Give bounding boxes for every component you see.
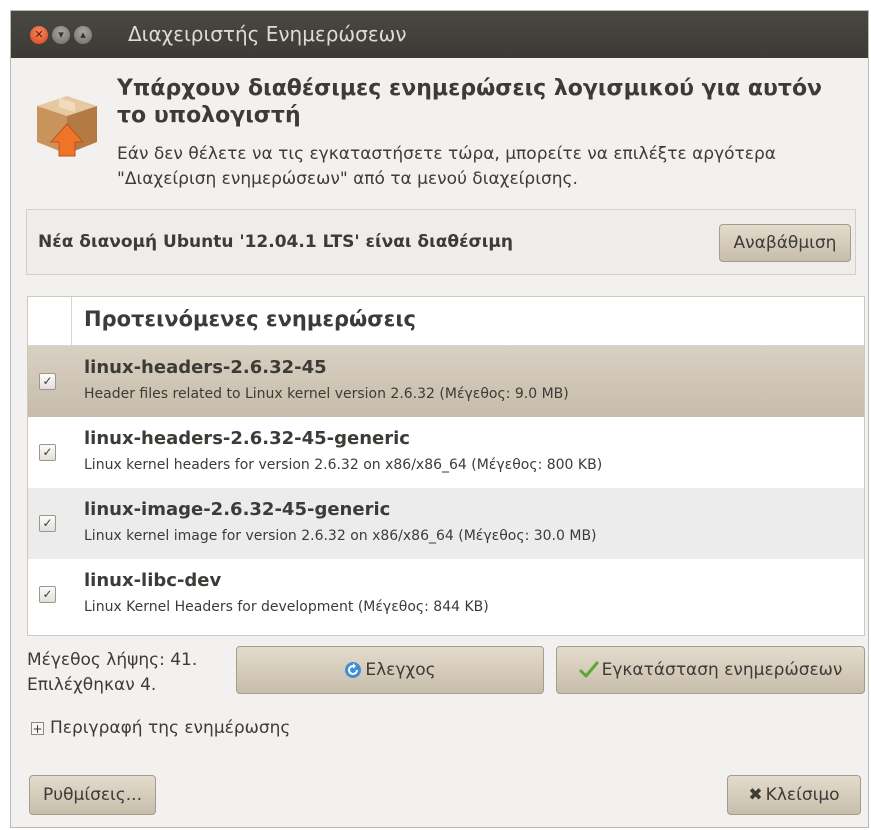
close-icon: ✕ <box>34 28 44 41</box>
install-updates-button[interactable]: Εγκατάσταση ενημερώσεων <box>556 646 865 694</box>
package-name: linux-headers-2.6.32-45 <box>84 357 327 378</box>
check-button-label: Ελεγχος <box>365 660 436 680</box>
update-row[interactable]: ✓ linux-libc-dev Linux Kernel Headers fo… <box>28 559 864 630</box>
install-button-label: Εγκατάσταση ενημερώσεων <box>601 660 843 680</box>
minimize-icon: ▾ <box>58 28 64 41</box>
title-bar: ✕ ▾ ▴ Διαχειριστής Ενημερώσεων <box>11 11 868 58</box>
update-checkbox[interactable]: ✓ <box>39 444 56 461</box>
download-info: Μέγεθος λήψης: 41. Επιλέχθηκαν 4. <box>27 648 197 698</box>
selected-count-text: Επιλέχθηκαν 4. <box>27 675 157 695</box>
update-row[interactable]: ✓ linux-headers-2.6.32-45 Header files r… <box>28 346 864 417</box>
update-description-expander[interactable]: + Περιγραφή της ενημέρωσης <box>31 718 290 738</box>
package-description: Linux kernel image for version 2.6.32 on… <box>84 528 597 544</box>
package-name: linux-headers-2.6.32-45-generic <box>84 428 410 449</box>
close-button[interactable]: ✖ Κλείσιμο <box>727 775 861 815</box>
close-button-label: Κλείσιμο <box>765 785 840 805</box>
window-maximize-button[interactable]: ▴ <box>74 26 92 44</box>
package-description: Linux kernel headers for version 2.6.32 … <box>84 457 603 473</box>
package-description: Linux Kernel Headers for development (Μέ… <box>84 599 489 615</box>
refresh-icon <box>345 662 362 678</box>
checkmark-icon: ✓ <box>42 445 53 459</box>
settings-button[interactable]: Ρυθμίσεις... <box>29 775 156 815</box>
check-button[interactable]: Ελεγχος <box>236 646 544 694</box>
package-upgrade-icon <box>37 96 97 157</box>
header-title: Υπάρχουν διαθέσιμες ενημερώσεις λογισμικ… <box>117 76 823 128</box>
window-minimize-button[interactable]: ▾ <box>52 26 70 44</box>
update-checkbox[interactable]: ✓ <box>39 586 56 603</box>
window-close-button[interactable]: ✕ <box>30 26 48 44</box>
header-subtitle: Εάν δεν θέλετε να τις εγκαταστήσετε τώρα… <box>117 144 776 189</box>
upgrade-button[interactable]: Αναβάθμιση <box>719 224 851 262</box>
update-manager-window: ✕ ▾ ▴ Διαχειριστής Ενημερώσεων Υπάρχουν … <box>10 10 869 828</box>
expand-plus-icon: + <box>31 721 44 736</box>
close-x-icon: ✖ <box>748 785 763 805</box>
updates-header-label: Προτεινόμενες ενημερώσεις <box>84 307 416 331</box>
package-name: linux-libc-dev <box>84 570 222 591</box>
checkmark-green-icon <box>579 661 599 678</box>
window-title: Διαχειριστής Ενημερώσεων <box>128 22 407 46</box>
distribution-message: Νέα διανομή Ubuntu '12.04.1 LTS' είναι δ… <box>38 232 514 252</box>
checkmark-icon: ✓ <box>42 516 53 530</box>
checkmark-icon: ✓ <box>42 374 53 388</box>
updates-list: Προτεινόμενες ενημερώσεις ✓ linux-header… <box>27 296 865 636</box>
package-name: linux-image-2.6.32-45-generic <box>84 499 391 520</box>
update-checkbox[interactable]: ✓ <box>39 515 56 532</box>
update-row[interactable]: ✓ linux-headers-2.6.32-45-generic Linux … <box>28 417 864 488</box>
download-size-text: Μέγεθος λήψης: 41. <box>27 650 198 670</box>
expander-label: Περιγραφή της ενημέρωσης <box>50 718 291 738</box>
package-description: Header files related to Linux kernel ver… <box>84 386 569 402</box>
updates-list-header: Προτεινόμενες ενημερώσεις <box>28 297 864 346</box>
column-divider <box>71 297 72 345</box>
update-checkbox[interactable]: ✓ <box>39 373 56 390</box>
update-row[interactable]: ✓ linux-image-2.6.32-45-generic Linux ke… <box>28 488 864 559</box>
maximize-icon: ▴ <box>80 28 86 41</box>
checkmark-icon: ✓ <box>42 587 53 601</box>
